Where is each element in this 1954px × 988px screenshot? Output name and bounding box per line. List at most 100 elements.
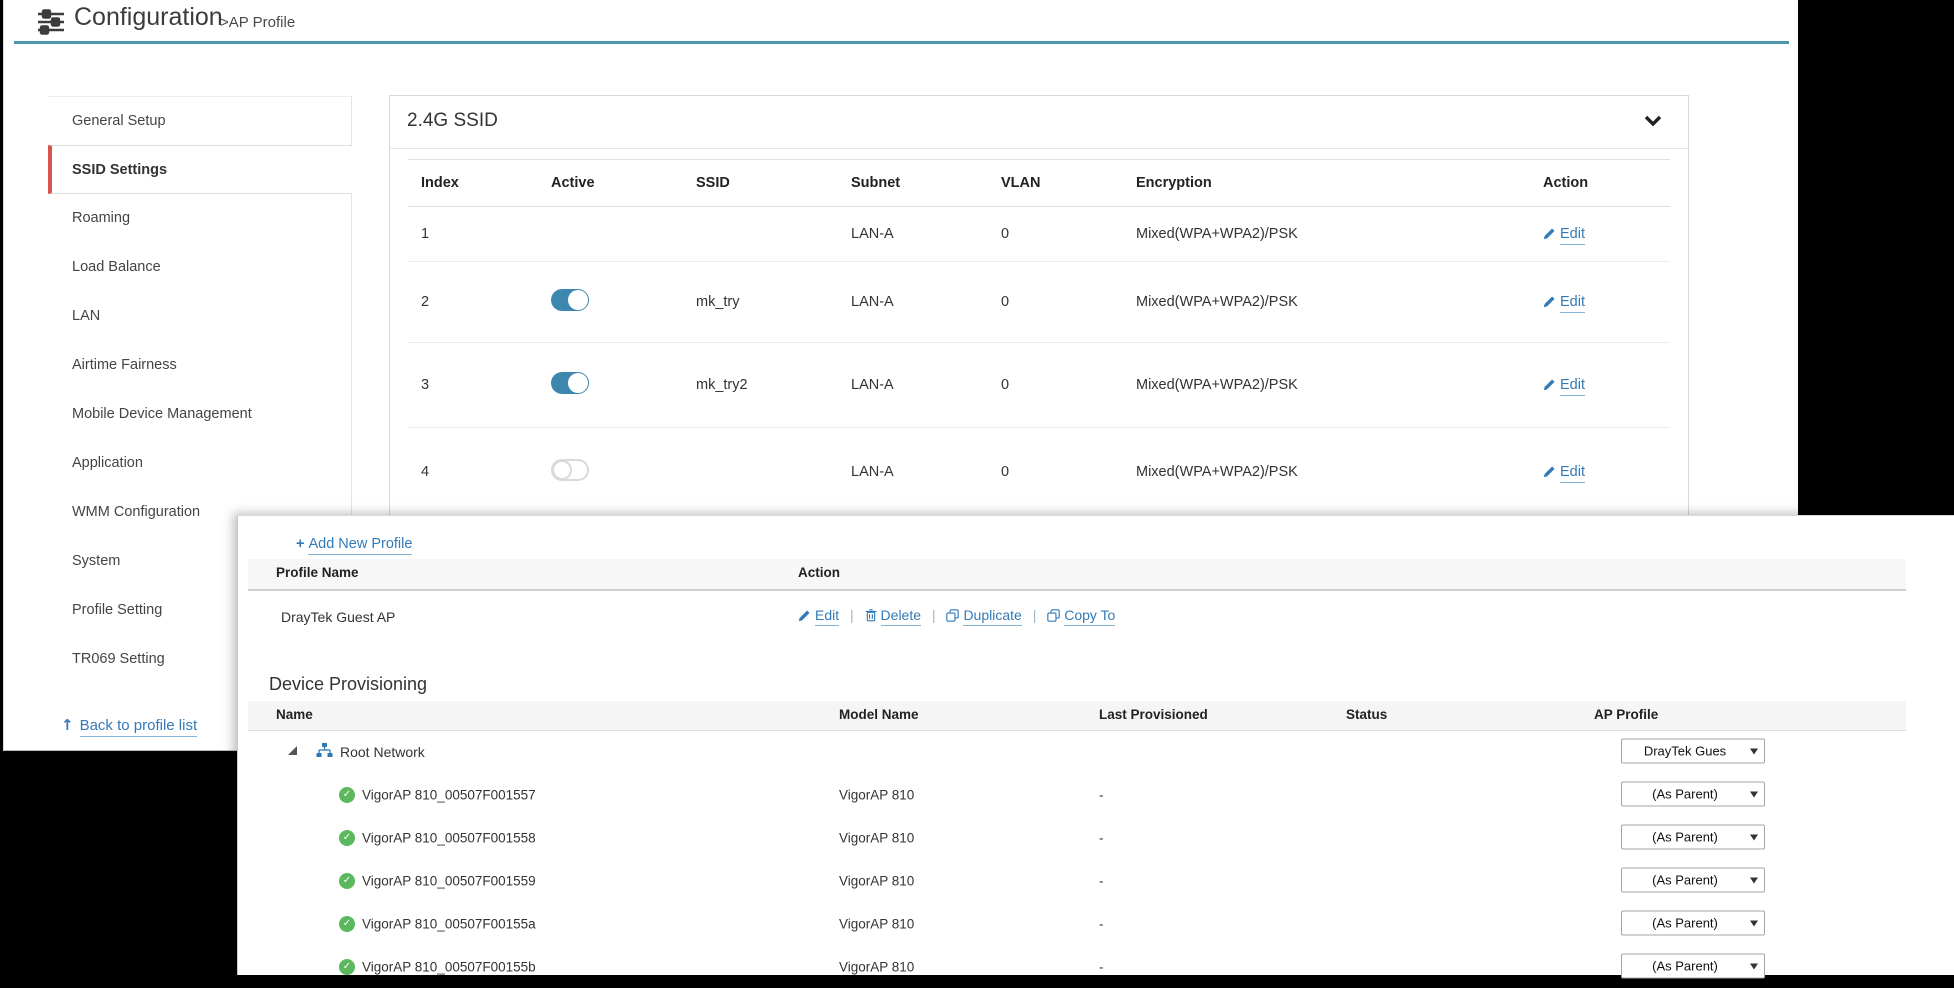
device-last-provisioned: - xyxy=(1099,959,1104,974)
device-model: VigorAP 810 xyxy=(839,787,914,802)
ssid-3-vlan: 0 xyxy=(1001,377,1009,393)
sidebar-item-roaming[interactable]: Roaming xyxy=(48,194,352,243)
col-last-provisioned: Last Provisioned xyxy=(1099,707,1208,722)
provisioning-table-header: Name Model Name Last Provisioned Status … xyxy=(248,701,1906,731)
col-subnet: Subnet xyxy=(851,175,900,191)
duplicate-icon xyxy=(946,609,959,622)
device-model: VigorAP 810 xyxy=(839,830,914,845)
col-ssid: SSID xyxy=(696,175,730,191)
plus-icon: + xyxy=(296,536,304,552)
device-name[interactable]: VigorAP 810_00507F001558 xyxy=(362,830,536,845)
ssid-1-index: 1 xyxy=(421,226,429,242)
pencil-icon xyxy=(1543,227,1556,240)
col-profile-action: Action xyxy=(798,565,840,580)
sidebar-item-application[interactable]: Application xyxy=(48,439,352,488)
copy-icon xyxy=(1047,609,1060,622)
tree-collapse-icon[interactable] xyxy=(288,746,297,755)
col-index: Index xyxy=(421,175,459,191)
ssid-row-1: 1 LAN-A 0 Mixed(WPA+WPA2)/PSK Edit xyxy=(408,207,1670,262)
ssid-panel-header: 2.4G SSID xyxy=(390,96,1688,149)
online-check-icon: ✓ xyxy=(339,873,355,889)
select-arrow-icon xyxy=(1750,791,1758,797)
ssid-table: Index Active SSID Subnet VLAN Encryption… xyxy=(408,159,1670,516)
device-model: VigorAP 810 xyxy=(839,959,914,974)
sidebar-item-airtime-fairness[interactable]: Airtime Fairness xyxy=(48,341,352,390)
ssid-3-active-toggle[interactable] xyxy=(551,372,589,394)
device-provisioning-title: Device Provisioning xyxy=(269,674,427,695)
back-to-profile-list-link[interactable]: ↑Back to profile list xyxy=(61,716,197,734)
device-name[interactable]: VigorAP 810_00507F00155a xyxy=(362,916,536,931)
ssid-row-4: 4 LAN-A 0 Mixed(WPA+WPA2)/PSK Edit xyxy=(408,428,1670,516)
ssid-4-vlan: 0 xyxy=(1001,464,1009,480)
root-network-row: Root Network DrayTek Gues xyxy=(248,730,1906,773)
root-ap-profile-select[interactable]: DrayTek Gues xyxy=(1621,738,1765,763)
app-header: Configuration >AP Profile xyxy=(4,0,1798,40)
device-last-provisioned: - xyxy=(1099,787,1104,802)
ssid-1-edit-link[interactable]: Edit xyxy=(1543,226,1585,242)
ssid-3-edit-link[interactable]: Edit xyxy=(1543,377,1585,393)
trash-icon xyxy=(865,609,877,622)
provisioning-rows: Root Network DrayTek Gues ✓ VigorAP 810_… xyxy=(248,730,1906,988)
ssid-4-subnet: LAN-A xyxy=(851,464,894,480)
device-4-ap-profile-select[interactable]: (As Parent) xyxy=(1621,910,1765,935)
sidebar-item-load-balance[interactable]: Load Balance xyxy=(48,243,352,292)
device-row-5: ✓ VigorAP 810_00507F00155b VigorAP 810 -… xyxy=(248,945,1906,988)
sidebar-item-ssid-settings[interactable]: SSID Settings xyxy=(48,145,352,194)
ssid-2-edit-link[interactable]: Edit xyxy=(1543,294,1585,310)
online-check-icon: ✓ xyxy=(339,830,355,846)
ssid-table-header: Index Active SSID Subnet VLAN Encryption… xyxy=(408,159,1670,207)
network-icon xyxy=(316,742,333,764)
device-row-4: ✓ VigorAP 810_00507F00155a VigorAP 810 -… xyxy=(248,902,1906,945)
ssid-2-name: mk_try xyxy=(696,294,740,310)
pencil-icon xyxy=(1543,378,1556,391)
pencil-icon xyxy=(798,609,811,622)
ssid-2-subnet: LAN-A xyxy=(851,294,894,310)
device-name[interactable]: VigorAP 810_00507F001557 xyxy=(362,787,536,802)
ssid-2-encryption: Mixed(WPA+WPA2)/PSK xyxy=(1136,294,1298,310)
col-active: Active xyxy=(551,175,595,191)
profile-copy-to-link[interactable]: Copy To xyxy=(1043,607,1115,623)
device-5-ap-profile-select[interactable]: (As Parent) xyxy=(1621,953,1765,978)
pencil-icon xyxy=(1543,295,1556,308)
add-new-profile-link[interactable]: +Add New Profile xyxy=(296,536,412,552)
root-network-label[interactable]: Root Network xyxy=(340,744,425,760)
ssid-3-encryption: Mixed(WPA+WPA2)/PSK xyxy=(1136,377,1298,393)
ssid-2-active-toggle[interactable] xyxy=(551,289,589,311)
device-model: VigorAP 810 xyxy=(839,873,914,888)
profile-edit-link[interactable]: Edit xyxy=(798,607,843,623)
ssid-1-subnet: LAN-A xyxy=(851,226,894,242)
device-name[interactable]: VigorAP 810_00507F00155b xyxy=(362,959,536,974)
col-action: Action xyxy=(1543,175,1588,191)
ssid-panel-title: 2.4G SSID xyxy=(407,110,498,132)
device-name[interactable]: VigorAP 810_00507F001559 xyxy=(362,873,536,888)
device-3-ap-profile-select[interactable]: (As Parent) xyxy=(1621,867,1765,892)
col-model-name: Model Name xyxy=(839,707,919,722)
device-model: VigorAP 810 xyxy=(839,916,914,931)
profile-row: DrayTek Guest AP Edit | Delete | Duplica… xyxy=(248,591,1906,637)
profile-delete-link[interactable]: Delete xyxy=(861,607,925,623)
ssid-3-index: 3 xyxy=(421,377,429,393)
col-encryption: Encryption xyxy=(1136,175,1212,191)
profile-table-header: Profile Name Action xyxy=(248,559,1906,591)
profile-overlay-window: +Add New Profile Profile Name Action Dra… xyxy=(237,515,1954,975)
sliders-icon xyxy=(37,8,65,41)
ssid-3-subnet: LAN-A xyxy=(851,377,894,393)
select-arrow-icon xyxy=(1750,834,1758,840)
breadcrumb: >AP Profile xyxy=(220,14,295,31)
ssid-2-vlan: 0 xyxy=(1001,294,1009,310)
device-1-ap-profile-select[interactable]: (As Parent) xyxy=(1621,781,1765,806)
col-status: Status xyxy=(1346,707,1387,722)
select-arrow-icon xyxy=(1750,877,1758,883)
device-last-provisioned: - xyxy=(1099,830,1104,845)
profile-duplicate-link[interactable]: Duplicate xyxy=(943,607,1026,623)
sidebar-item-lan[interactable]: LAN xyxy=(48,292,352,341)
select-arrow-icon xyxy=(1750,920,1758,926)
chevron-down-icon[interactable] xyxy=(1644,114,1662,132)
ssid-row-3: 3 mk_try2 LAN-A 0 Mixed(WPA+WPA2)/PSK Ed… xyxy=(408,343,1670,428)
device-2-ap-profile-select[interactable]: (As Parent) xyxy=(1621,824,1765,849)
sidebar-item-general-setup[interactable]: General Setup xyxy=(48,96,352,145)
ssid-4-active-toggle[interactable] xyxy=(551,459,589,481)
device-row-2: ✓ VigorAP 810_00507F001558 VigorAP 810 -… xyxy=(248,816,1906,859)
sidebar-item-mobile-device-management[interactable]: Mobile Device Management xyxy=(48,390,352,439)
ssid-4-edit-link[interactable]: Edit xyxy=(1543,464,1585,480)
